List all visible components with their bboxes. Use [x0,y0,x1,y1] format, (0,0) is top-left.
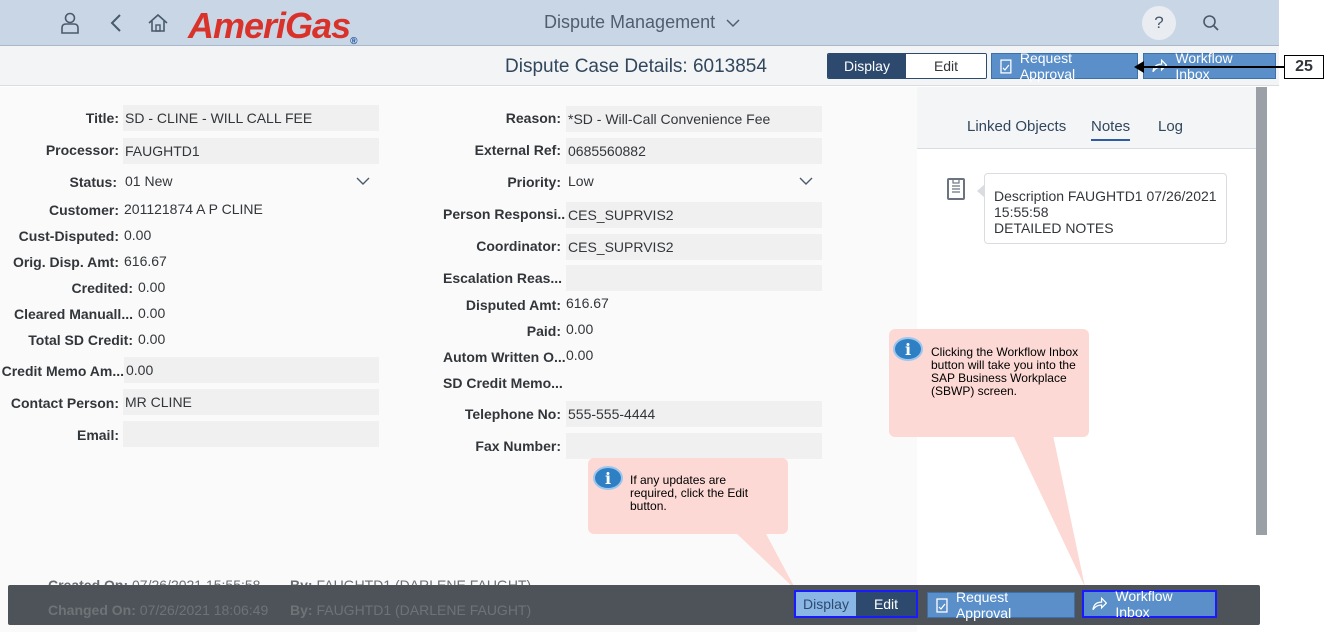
footer-request-approval-button[interactable]: Request Approval [927,589,1075,621]
footer-display-edit-toggle: Display Edit [794,590,918,618]
workflow-tooltip-text: Clicking the Workflow Inbox button will … [931,345,1079,398]
info-icon: i [893,337,923,361]
changed-on-label: Changed On: [48,602,136,618]
tooltip-pointers [735,435,1085,590]
workflow-inbox-tooltip: i Clicking the Workflow Inbox button wil… [889,329,1089,437]
changed-on-value: 07/26/2021 18:06:49 [139,602,269,618]
footer-edit-button[interactable]: Edit [856,592,916,616]
edit-tooltip-pointer [735,532,796,590]
info-icon: i [593,466,623,490]
footer-workflow-inbox-label: Workflow Inbox [1115,588,1173,620]
footer-display-button[interactable]: Display [796,592,856,616]
edit-tooltip-text: If any updates are required, click the E… [630,473,749,513]
forward-arrow-icon [1092,597,1108,611]
changed-on-row: Changed On: 07/26/2021 18:06:49 [48,602,268,618]
edit-tooltip: i If any updates are required, click the… [588,458,788,534]
footer-request-approval-label: Request Approval [955,589,1012,621]
changed-by-label: By: [290,602,313,618]
changed-by-value: FAUGHTD1 (DARLENE FAUGHT) [316,602,532,618]
workflow-tooltip-pointer [1013,435,1085,587]
changed-by-row: By: FAUGHTD1 (DARLENE FAUGHT) [290,602,531,618]
document-icon [936,597,948,613]
footer-workflow-inbox-button[interactable]: Workflow Inbox [1082,588,1217,620]
